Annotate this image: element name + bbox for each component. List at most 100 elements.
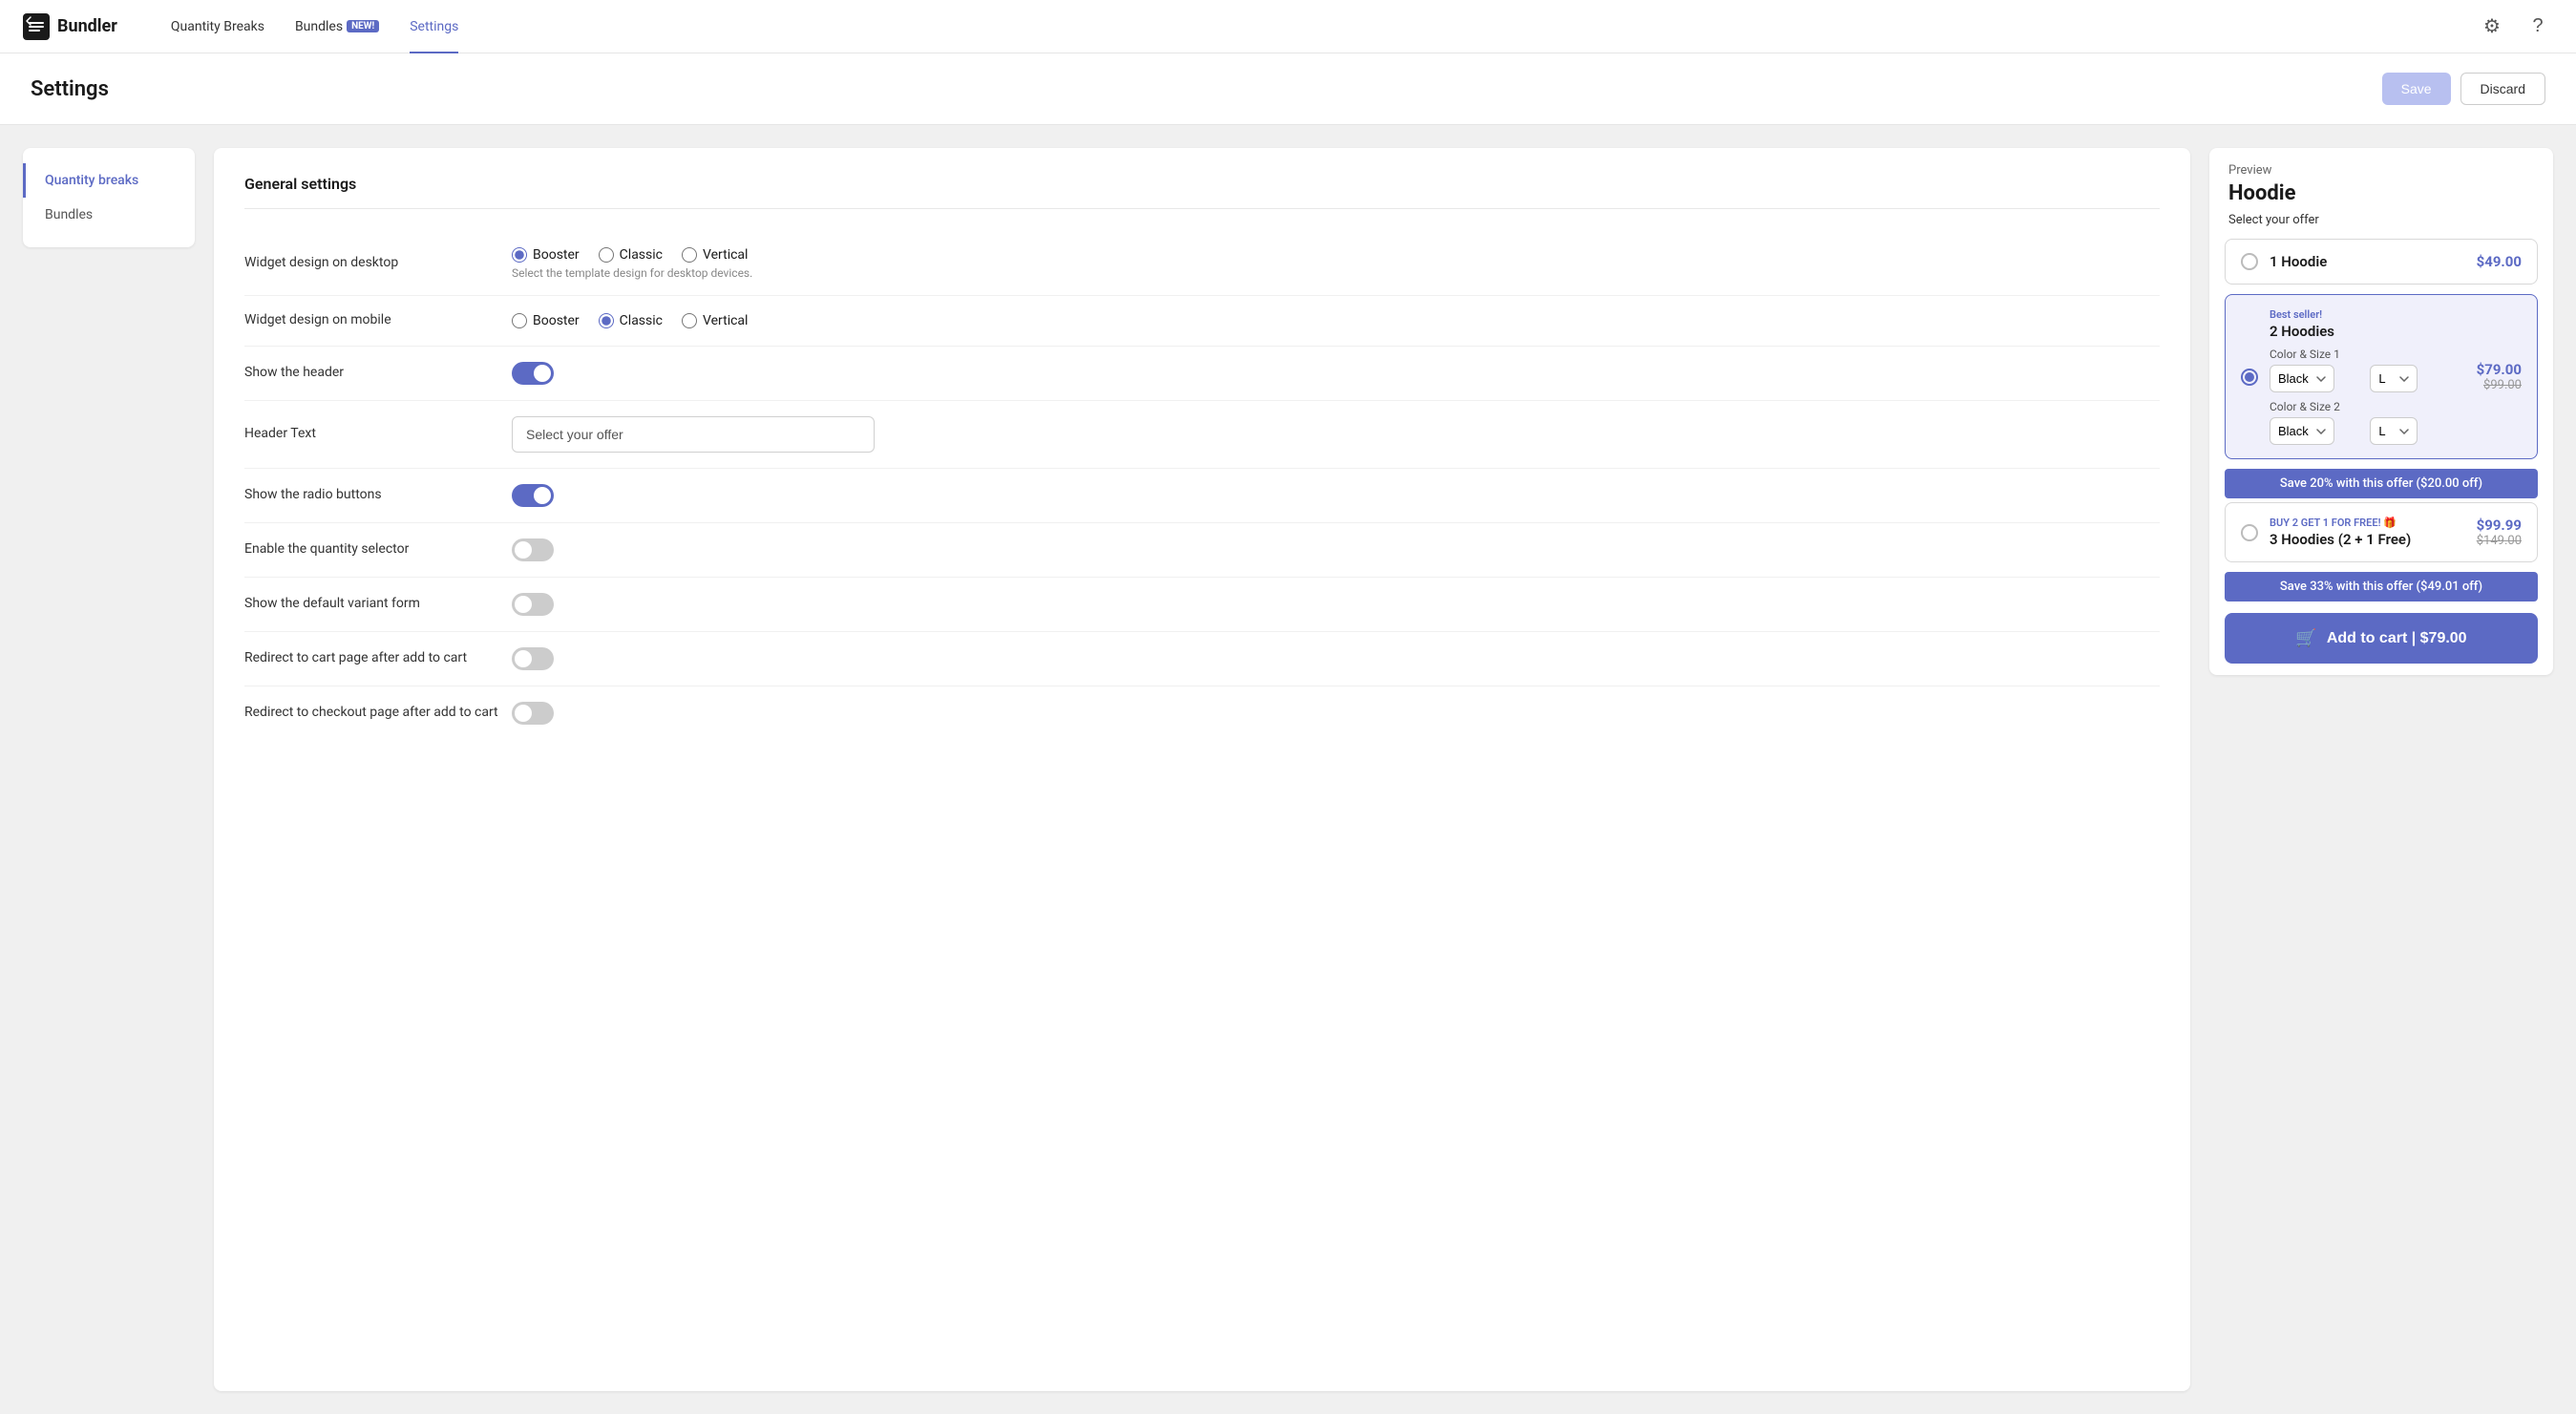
desktop-classic-option[interactable]: Classic — [599, 247, 663, 263]
color1-select[interactable]: Black White Red — [2270, 365, 2334, 392]
desktop-classic-radio[interactable] — [599, 247, 614, 263]
mobile-vertical-radio[interactable] — [682, 313, 697, 328]
mobile-booster-radio[interactable] — [512, 313, 527, 328]
sidebar: Quantity breaks Bundles — [23, 148, 195, 247]
offer-title-2: 2 Hoodies — [2270, 323, 2465, 340]
settings-panel: General settings Widget design on deskto… — [214, 148, 2190, 1391]
redirect-checkout-slider — [512, 702, 554, 725]
setting-row-default-variant: Show the default variant form — [244, 578, 2160, 632]
desktop-booster-radio[interactable] — [512, 247, 527, 263]
setting-control-header-text — [512, 416, 2160, 453]
mobile-classic-option[interactable]: Classic — [599, 313, 663, 328]
desktop-vertical-option[interactable]: Vertical — [682, 247, 748, 263]
page-header: Settings Save Discard — [0, 53, 2576, 125]
color2-select[interactable]: Black White Red — [2270, 417, 2334, 445]
offer-radio-2 — [2241, 369, 2258, 386]
setting-row-show-radio: Show the radio buttons — [244, 469, 2160, 523]
offer-option-1[interactable]: 1 Hoodie $49.00 — [2225, 239, 2538, 285]
setting-row-redirect-cart: Redirect to cart page after add to cart — [244, 632, 2160, 686]
redirect-checkout-toggle[interactable] — [512, 702, 554, 725]
preview-product-title: Hoodie — [2209, 178, 2553, 213]
variant-col-size1: S M L XL — [2370, 365, 2464, 392]
offer-content-1: 1 Hoodie — [2270, 253, 2465, 270]
add-to-cart-button[interactable]: 🛒 Add to cart | $79.00 — [2225, 613, 2538, 664]
setting-label-widget-mobile: Widget design on mobile — [244, 311, 512, 330]
size1-select[interactable]: S M L XL — [2370, 365, 2418, 392]
settings-icon-button[interactable]: ⚙ — [2477, 11, 2507, 42]
setting-row-widget-desktop: Widget design on desktop Booster Classic — [244, 232, 2160, 296]
logo-text: Bundler — [57, 16, 117, 36]
size2-select[interactable]: S M L XL — [2370, 417, 2418, 445]
nav-settings[interactable]: Settings — [394, 0, 474, 53]
variant-cols-2: Black White Red S M L XL — [2270, 417, 2465, 445]
preview-label: Preview — [2209, 148, 2553, 178]
offer-badge-2: Best seller! — [2270, 308, 2465, 321]
app-logo[interactable]: Bundler — [23, 13, 117, 40]
offer-option-3[interactable]: BUY 2 GET 1 FOR FREE! 🎁 3 Hoodies (2 + 1… — [2225, 502, 2538, 562]
add-to-cart-label: Add to cart | $79.00 — [2327, 630, 2467, 647]
offer-badge-3: BUY 2 GET 1 FOR FREE! 🎁 — [2270, 517, 2465, 529]
offer-title-3: 3 Hoodies (2 + 1 Free) — [2270, 531, 2465, 548]
setting-label-show-radio: Show the radio buttons — [244, 486, 512, 505]
show-header-toggle[interactable] — [512, 362, 554, 385]
desktop-booster-option[interactable]: Booster — [512, 247, 580, 263]
main-content: Quantity breaks Bundles General settings… — [0, 125, 2576, 1414]
desktop-radio-group: Booster Classic Vertical — [512, 247, 752, 263]
help-icon-button[interactable]: ? — [2523, 11, 2553, 42]
variant-cols-1: Black White Red S M L XL — [2270, 365, 2465, 392]
variant-group-1-label: Color & Size 1 — [2270, 348, 2465, 361]
variant-col-color2: Black White Red — [2270, 417, 2364, 445]
mobile-vertical-option[interactable]: Vertical — [682, 313, 748, 328]
setting-row-widget-mobile: Widget design on mobile Booster Classic … — [244, 296, 2160, 347]
offer-price-original-2: $99.00 — [2477, 378, 2522, 392]
redirect-cart-slider — [512, 647, 554, 670]
setting-control-widget-mobile: Booster Classic Vertical — [512, 313, 2160, 328]
offer-price-current-3: $99.99 — [2477, 517, 2522, 534]
redirect-cart-toggle[interactable] — [512, 647, 554, 670]
mobile-booster-option[interactable]: Booster — [512, 313, 580, 328]
nav-quantity-breaks[interactable]: Quantity Breaks — [156, 0, 280, 53]
bundles-badge: NEW! — [347, 20, 379, 32]
page-title: Settings — [31, 77, 109, 101]
setting-control-redirect-checkout — [512, 702, 2160, 725]
show-header-slider — [512, 362, 554, 385]
offer-radio-1 — [2241, 253, 2258, 270]
default-variant-toggle[interactable] — [512, 593, 554, 616]
setting-control-qty-selector — [512, 538, 2160, 561]
setting-control-show-header — [512, 362, 2160, 385]
setting-control-default-variant — [512, 593, 2160, 616]
variant-group-2-label: Color & Size 2 — [2270, 400, 2465, 413]
mobile-radio-group: Booster Classic Vertical — [512, 313, 748, 328]
discard-button[interactable]: Discard — [2460, 73, 2545, 105]
nav-bundles[interactable]: Bundles NEW! — [280, 0, 394, 53]
setting-label-header-text: Header Text — [244, 425, 512, 444]
offer-option-2[interactable]: Best seller! 2 Hoodies Color & Size 1 Bl… — [2225, 294, 2538, 459]
sidebar-item-bundles[interactable]: Bundles — [23, 198, 195, 232]
section-title: General settings — [244, 175, 2160, 193]
variant-group-2: Color & Size 2 Black White Red S — [2270, 400, 2465, 445]
setting-control-redirect-cart — [512, 647, 2160, 670]
navigation: Bundler Quantity Breaks Bundles NEW! Set… — [0, 0, 2576, 53]
desktop-vertical-radio[interactable] — [682, 247, 697, 263]
setting-row-header-text: Header Text — [244, 401, 2160, 469]
qty-selector-toggle[interactable] — [512, 538, 554, 561]
section-divider — [244, 208, 2160, 209]
sidebar-item-quantity-breaks[interactable]: Quantity breaks — [23, 163, 195, 198]
show-radio-toggle[interactable] — [512, 484, 554, 507]
header-text-input[interactable] — [512, 416, 875, 453]
save-banner-2: Save 20% with this offer ($20.00 off) — [2225, 469, 2538, 498]
variant-col-size2: S M L XL — [2370, 417, 2464, 445]
setting-label-show-header: Show the header — [244, 364, 512, 383]
mobile-classic-radio[interactable] — [599, 313, 614, 328]
cart-icon: 🛒 — [2295, 628, 2316, 648]
nav-links: Quantity Breaks Bundles NEW! Settings — [156, 0, 2477, 53]
show-radio-slider — [512, 484, 554, 507]
setting-control-widget-desktop: Booster Classic Vertical Select the temp… — [512, 247, 2160, 280]
variant-col-color1: Black White Red — [2270, 365, 2364, 392]
setting-row-show-header: Show the header — [244, 347, 2160, 401]
variant-group-1: Color & Size 1 Black White Red S — [2270, 348, 2465, 392]
header-actions: Save Discard — [2382, 73, 2545, 105]
offer-price-original-3: $149.00 — [2477, 534, 2522, 548]
save-button[interactable]: Save — [2382, 73, 2451, 105]
offer-content-3: BUY 2 GET 1 FOR FREE! 🎁 3 Hoodies (2 + 1… — [2270, 517, 2465, 548]
